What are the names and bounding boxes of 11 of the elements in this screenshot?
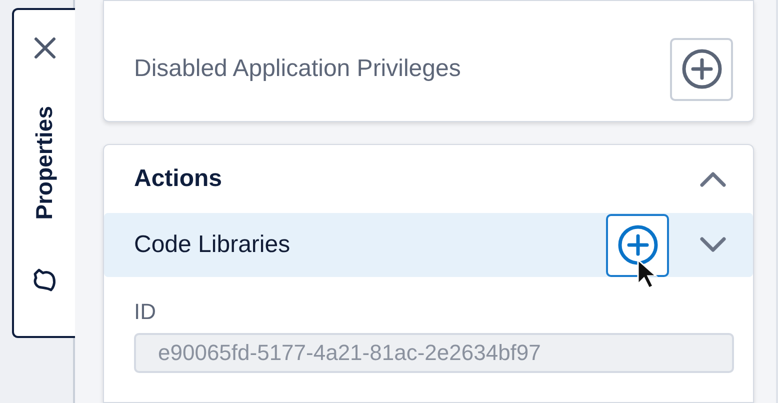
- chevron-down-icon: [699, 237, 727, 253]
- add-icon: [680, 48, 722, 90]
- row-label: Disabled Application Privileges: [134, 55, 462, 83]
- section-title: Actions: [134, 165, 224, 193]
- tab-label: Properties: [31, 106, 58, 220]
- properties-tab[interactable]: Properties: [12, 8, 75, 338]
- chevron-up-icon: [699, 171, 727, 187]
- close-icon[interactable]: [32, 36, 56, 60]
- add-icon: [616, 224, 658, 266]
- row-label: Code Libraries: [134, 231, 292, 259]
- field-label: ID: [134, 299, 157, 325]
